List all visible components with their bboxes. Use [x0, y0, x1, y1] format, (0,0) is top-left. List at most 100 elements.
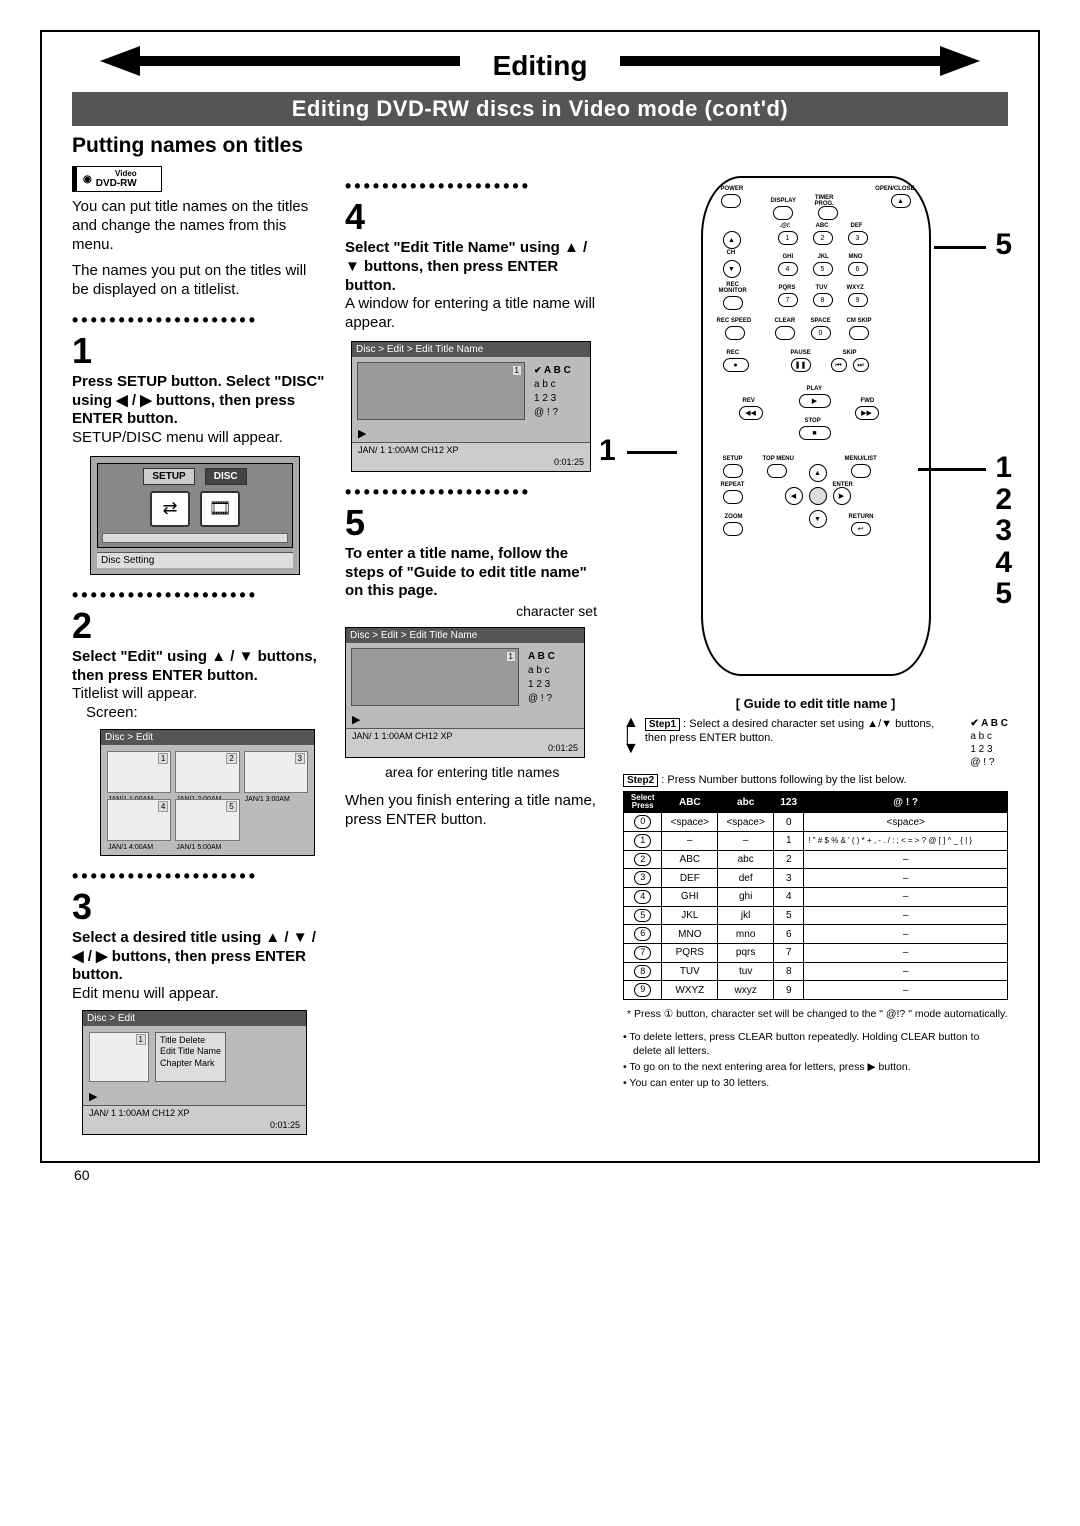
- setup-icon: ⇄: [150, 491, 190, 527]
- step-divider: ••••••••••••••••••••: [345, 482, 605, 503]
- pause-button: ❚❚: [791, 358, 811, 372]
- play-icon: ▶: [346, 711, 584, 728]
- key-2: 2: [813, 231, 833, 245]
- edit-menu-screen: Disc > Edit 1 Title Delete Edit Title Na…: [82, 1010, 307, 1135]
- dpad-right: ▶: [833, 487, 851, 505]
- step-divider: ••••••••••••••••••••: [345, 176, 605, 197]
- titlelist-screen: Disc > Edit 1JAN/1 1:00AM 2JAN/1 2:00AM …: [100, 729, 315, 856]
- menulist-button: [851, 464, 871, 478]
- step-4-instruction: Select "Edit Title Name" using ▲ / ▼ but…: [345, 239, 605, 295]
- title-thumb: 2JAN/1 2:00AM: [175, 751, 239, 793]
- step-1-number: 1: [72, 333, 327, 369]
- elapsed-time: 0:01:25: [346, 743, 584, 757]
- skip-back-button: ⏮: [831, 358, 847, 372]
- repeat-button: [723, 490, 743, 504]
- openclose-button: ▲: [891, 194, 911, 208]
- page-number: 60: [74, 1167, 1040, 1183]
- charset-selector: A B C a b c 1 2 3 @ ! ?: [530, 362, 585, 420]
- disc-icon-large: 🎞: [200, 491, 240, 527]
- key-4: 4: [778, 262, 798, 276]
- play-icon: ▶: [352, 425, 590, 442]
- key-8: 8: [813, 293, 833, 307]
- step-2-instruction: Select "Edit" using ▲ / ▼ buttons, then …: [72, 648, 327, 686]
- key-3: 3: [848, 231, 868, 245]
- area-caption: area for entering title names: [385, 764, 605, 780]
- callout-dpad-list: 1 2 3 4 5: [995, 452, 1012, 610]
- header-ornament: Editing: [42, 42, 1038, 112]
- timer-prog-button: [818, 206, 838, 220]
- step-3-instruction: Select a desired title using ▲ / ▼ / ◀ /…: [72, 929, 327, 985]
- key-7: 7: [778, 293, 798, 307]
- disc-setting-label: Disc Setting: [97, 552, 293, 568]
- step-1-body: SETUP/DISC menu will appear.: [72, 429, 327, 448]
- title-thumb: 5JAN/1 5:00AM: [175, 799, 239, 841]
- title-thumb: 1JAN/1 1:00AM: [107, 751, 171, 793]
- step-3-body: Edit menu will appear.: [72, 985, 327, 1004]
- step-4-number: 4: [345, 199, 605, 235]
- enter-button: [809, 487, 827, 505]
- recspeed-button: [725, 326, 745, 340]
- topmenu-button: [767, 464, 787, 478]
- rec-monitor-button: [723, 296, 743, 310]
- guide-title: [ Guide to edit title name ]: [623, 696, 1008, 711]
- skip-fwd-button: ⏭: [853, 358, 869, 372]
- step-2-number: 2: [72, 608, 327, 644]
- title-thumb: 3JAN/1 3:00AM: [244, 751, 308, 793]
- dvdrw-video-badge: ◉ Video DVD-RW: [72, 166, 162, 192]
- status-line: JAN/ 1 1:00AM CH12 XP: [346, 728, 584, 743]
- play-icon: ▶: [83, 1088, 306, 1105]
- step-2-body: Titlelist will appear.: [72, 685, 327, 704]
- step-5-number: 5: [345, 505, 605, 541]
- guide-bullets: To delete letters, press CLEAR button re…: [623, 1030, 1008, 1091]
- step-3-number: 3: [72, 889, 327, 925]
- disc-icon: ◉: [83, 174, 92, 185]
- intro-p2: The names you put on the titles will be …: [72, 262, 327, 300]
- screen-label: Screen:: [86, 704, 327, 723]
- return-button: ↩: [851, 522, 871, 536]
- key-9: 9: [848, 293, 868, 307]
- key-6: 6: [848, 262, 868, 276]
- setup-button: [723, 464, 743, 478]
- character-table: Select Press ABC abc 123 @ ! ? 0<space><…: [623, 791, 1008, 1000]
- setup-tab: SETUP: [143, 468, 194, 485]
- disc-tab: DISC: [205, 468, 247, 485]
- title-name-input-area: 1: [357, 362, 525, 420]
- step-5-instruction: To enter a title name, follow the steps …: [345, 545, 605, 601]
- elapsed-time: 0:01:25: [352, 457, 590, 471]
- menu-chapter-mark: Chapter Mark: [160, 1058, 221, 1070]
- fwd-button: ▶▶: [855, 406, 879, 420]
- step-divider: ••••••••••••••••••••: [72, 585, 327, 606]
- zoom-button: [723, 522, 743, 536]
- guide-footnote: * Press ① button, character set will be …: [623, 1008, 1008, 1022]
- status-line: JAN/ 1 1:00AM CH12 XP: [352, 442, 590, 457]
- guide-step1-text: : Select a desired character set using ▲…: [645, 718, 934, 744]
- rev-button: ◀◀: [739, 406, 763, 420]
- edit-popup-menu: Title Delete Edit Title Name Chapter Mar…: [155, 1032, 226, 1082]
- callout-setup: 1: [599, 434, 616, 468]
- menu-edit-title-name: Edit Title Name: [160, 1046, 221, 1058]
- ch-up-button: ▲: [723, 231, 741, 249]
- elapsed-time: 0:01:25: [83, 1120, 306, 1134]
- setup-disc-screen: SETUP DISC ⇄ 🎞 Disc Setting: [90, 456, 300, 575]
- updown-arrows-icon: ▲│▼: [623, 717, 639, 769]
- rec-button: ●: [723, 358, 749, 372]
- step-divider: ••••••••••••••••••••: [72, 866, 327, 887]
- ch-down-button: ▼: [723, 260, 741, 278]
- status-line: JAN/ 1 1:00AM CH12 XP: [83, 1105, 306, 1120]
- space-button: 0: [811, 326, 831, 340]
- remote-diagram: POWER OPEN/CLOSE ▲ DISPLAY TIMER PROG. .…: [623, 176, 1008, 676]
- edit-title-name-screen-1: Disc > Edit > Edit Title Name 1 A B C a …: [351, 341, 591, 472]
- title-name-input-area: 1: [351, 648, 519, 706]
- step-divider: ••••••••••••••••••••: [72, 310, 327, 331]
- charset-selector: A B C a b c 1 2 3 @ ! ?: [524, 648, 579, 706]
- power-button: [721, 194, 741, 208]
- section-title: Putting names on titles: [72, 134, 1008, 158]
- intro-p1: You can put title names on the titles an…: [72, 198, 327, 254]
- callout-numpad: 5: [995, 228, 1012, 262]
- key-1: 1: [778, 231, 798, 245]
- cmskip-button: [849, 326, 869, 340]
- step-4-body: A window for entering a title name will …: [345, 295, 605, 333]
- edit-title-name-screen-2: Disc > Edit > Edit Title Name 1 A B C a …: [345, 627, 585, 758]
- title-thumb: 1: [89, 1032, 149, 1082]
- guide-body: ▲│▼ Step1 : Select a desired character s…: [623, 717, 1008, 1091]
